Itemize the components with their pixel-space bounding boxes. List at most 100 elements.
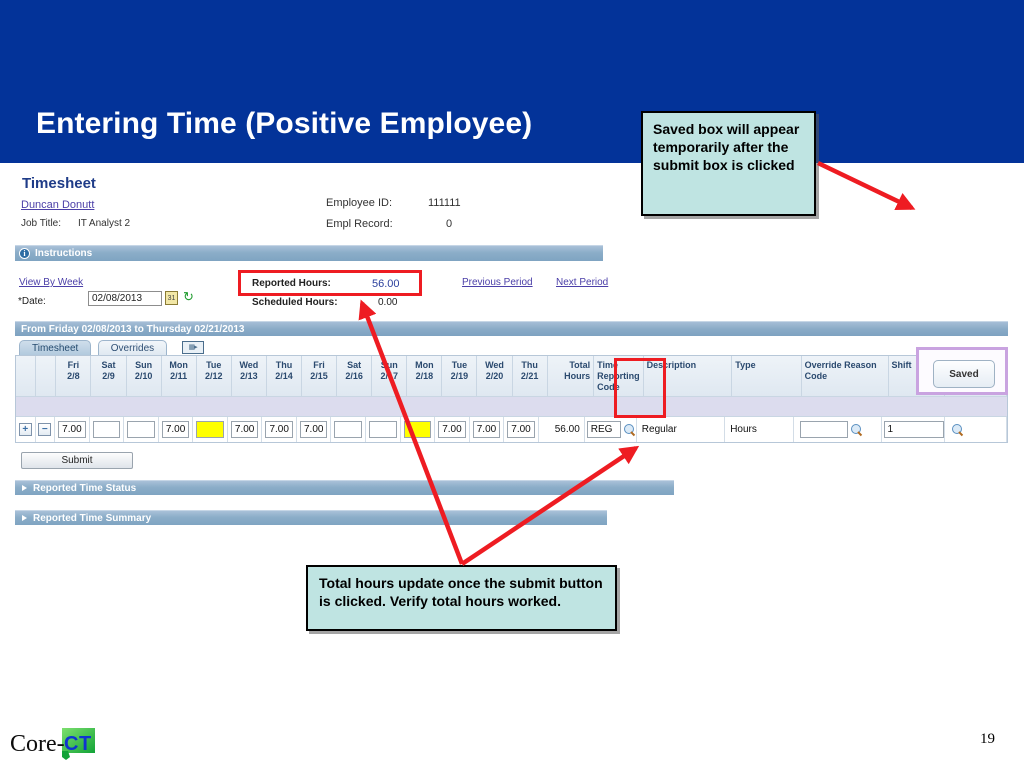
grid-header-override-reason: Override Reason Code — [802, 356, 889, 396]
scheduled-hours-label: Scheduled Hours: — [252, 297, 338, 308]
grid-header-blank — [16, 356, 37, 396]
refresh-icon[interactable]: ↻ — [183, 290, 194, 304]
period-range-header: From Friday 02/08/2013 to Thursday 02/21… — [15, 321, 1008, 336]
remove-row-button[interactable]: − — [38, 423, 52, 436]
instructions-label: Instructions — [35, 248, 93, 259]
callout-total-hours: Total hours update once the submit butto… — [306, 565, 617, 631]
grid-header-description: Description — [644, 356, 733, 396]
type-value: Hours — [730, 424, 757, 435]
hours-input-2-14[interactable] — [265, 421, 293, 438]
hours-input-2-20[interactable] — [472, 421, 501, 438]
grid-header-day: Tue 2/19 — [442, 356, 478, 396]
timesheet-heading: Timesheet — [22, 175, 96, 192]
total-hours-value: 56.00 — [554, 424, 580, 435]
grid-cell — [504, 417, 539, 442]
calendar-icon[interactable]: 31 — [165, 291, 178, 305]
grid-header-day: Tue 2/12 — [197, 356, 232, 396]
empl-record-value: 0 — [446, 218, 453, 230]
grid-cell: − — [36, 417, 56, 442]
date-input[interactable] — [88, 291, 162, 306]
svg-text:Core-: Core- — [10, 731, 65, 757]
grid-cell — [470, 417, 505, 442]
hours-input-2-17[interactable] — [369, 421, 397, 438]
grid-cell: Hours — [725, 417, 795, 442]
submit-button[interactable]: Submit — [21, 452, 133, 469]
timesheet-screenshot: Timesheet Duncan Donutt Job Title: IT An… — [0, 163, 1024, 563]
grid-cell: Regular — [637, 417, 726, 442]
date-label: *Date: — [18, 296, 46, 307]
grid-cell: 56.00 — [539, 417, 585, 442]
hours-input-2-21[interactable] — [507, 421, 535, 438]
grid-cell — [331, 417, 367, 442]
empl-record-label: Empl Record: — [326, 218, 393, 230]
grid-header-day: Mon 2/18 — [407, 356, 443, 396]
shift-input[interactable] — [883, 421, 944, 438]
grid-cell — [401, 417, 436, 442]
page-title: Entering Time (Positive Employee) — [36, 107, 533, 140]
grid-spacer-row — [16, 396, 1007, 417]
job-title-label: Job Title: — [21, 218, 62, 229]
hours-input-2-9[interactable] — [92, 421, 121, 438]
grid-header-day: Thu 2/21 — [513, 356, 548, 396]
grid-header-day: Sun 2/17 — [372, 356, 408, 396]
hours-input-2-16[interactable] — [334, 421, 363, 438]
title-banner: Entering Time (Positive Employee) — [0, 0, 1024, 163]
view-by-week-link[interactable]: View By Week — [19, 277, 83, 288]
grid-cell — [90, 417, 125, 442]
grid-cell — [228, 417, 263, 442]
reported-time-status-label: Reported Time Status — [33, 482, 137, 494]
hours-input-2-13[interactable] — [230, 421, 259, 438]
lookup-search-icon[interactable] — [951, 423, 964, 436]
grid-header-day: Sat 2/16 — [337, 356, 373, 396]
hours-input-2-15[interactable] — [299, 421, 328, 438]
employee-name-link[interactable]: Duncan Donutt — [21, 199, 94, 211]
chevron-right-icon — [22, 485, 27, 491]
grid-cell — [55, 417, 90, 442]
lookup-search-icon[interactable] — [851, 423, 863, 436]
grid-cell — [435, 417, 470, 442]
hours-input-2-10[interactable] — [127, 421, 155, 438]
hours-input-2-12[interactable] — [196, 421, 224, 438]
grid-cell — [794, 417, 882, 442]
reported-time-status-section[interactable]: Reported Time Status — [15, 480, 674, 495]
next-period-link[interactable]: Next Period — [556, 277, 608, 288]
reported-hours-value: 56.00 — [372, 278, 400, 290]
saved-button[interactable]: Saved — [933, 360, 995, 388]
grid-cell — [585, 417, 637, 442]
hours-input-2-18[interactable] — [403, 421, 432, 438]
add-row-button[interactable]: + — [18, 423, 32, 436]
grid-cell — [366, 417, 401, 442]
grid-header-day: Fri 2/15 — [302, 356, 338, 396]
reported-time-summary-section[interactable]: Reported Time Summary — [15, 510, 607, 525]
lookup-search-icon[interactable] — [623, 423, 636, 436]
previous-period-link[interactable]: Previous Period — [462, 277, 533, 288]
grid-header-day: Mon 2/11 — [162, 356, 197, 396]
grid-header-day: Wed 2/13 — [232, 356, 267, 396]
grid-header-day: Wed 2/20 — [477, 356, 513, 396]
override-reason-code-input[interactable] — [800, 421, 849, 438]
hours-input-2-19[interactable] — [438, 421, 466, 438]
hours-input-2-8[interactable] — [58, 421, 86, 438]
time-reporting-code-input[interactable] — [586, 421, 621, 438]
hours-input-2-11[interactable] — [161, 421, 190, 438]
grid-cell — [262, 417, 297, 442]
grid-cell — [945, 417, 1007, 442]
chevron-right-icon — [22, 515, 27, 521]
grid-header-day: Sat 2/9 — [91, 356, 127, 396]
grid-header-trc: Time Reporting Code — [594, 356, 644, 396]
grid-header-type: Type — [732, 356, 802, 396]
grid-header-blank — [36, 356, 57, 396]
reported-time-summary-label: Reported Time Summary — [33, 512, 152, 524]
grid-cell — [124, 417, 159, 442]
grid-header-day: Thu 2/14 — [267, 356, 302, 396]
description-value: Regular — [641, 424, 677, 435]
page-number: 19 — [980, 731, 995, 747]
grid-layout-icon[interactable]: ▦▸ — [181, 341, 204, 354]
info-icon: i — [19, 248, 30, 259]
grid-cell: + — [16, 417, 36, 442]
callout-saved-box: Saved box will appear temporarily after … — [641, 111, 816, 216]
instructions-section-header[interactable]: i Instructions — [15, 245, 603, 261]
employee-id-value: 111111 — [428, 197, 461, 209]
grid-header-total-hours: Total Hours — [548, 356, 595, 396]
svg-text:T: T — [79, 733, 91, 755]
